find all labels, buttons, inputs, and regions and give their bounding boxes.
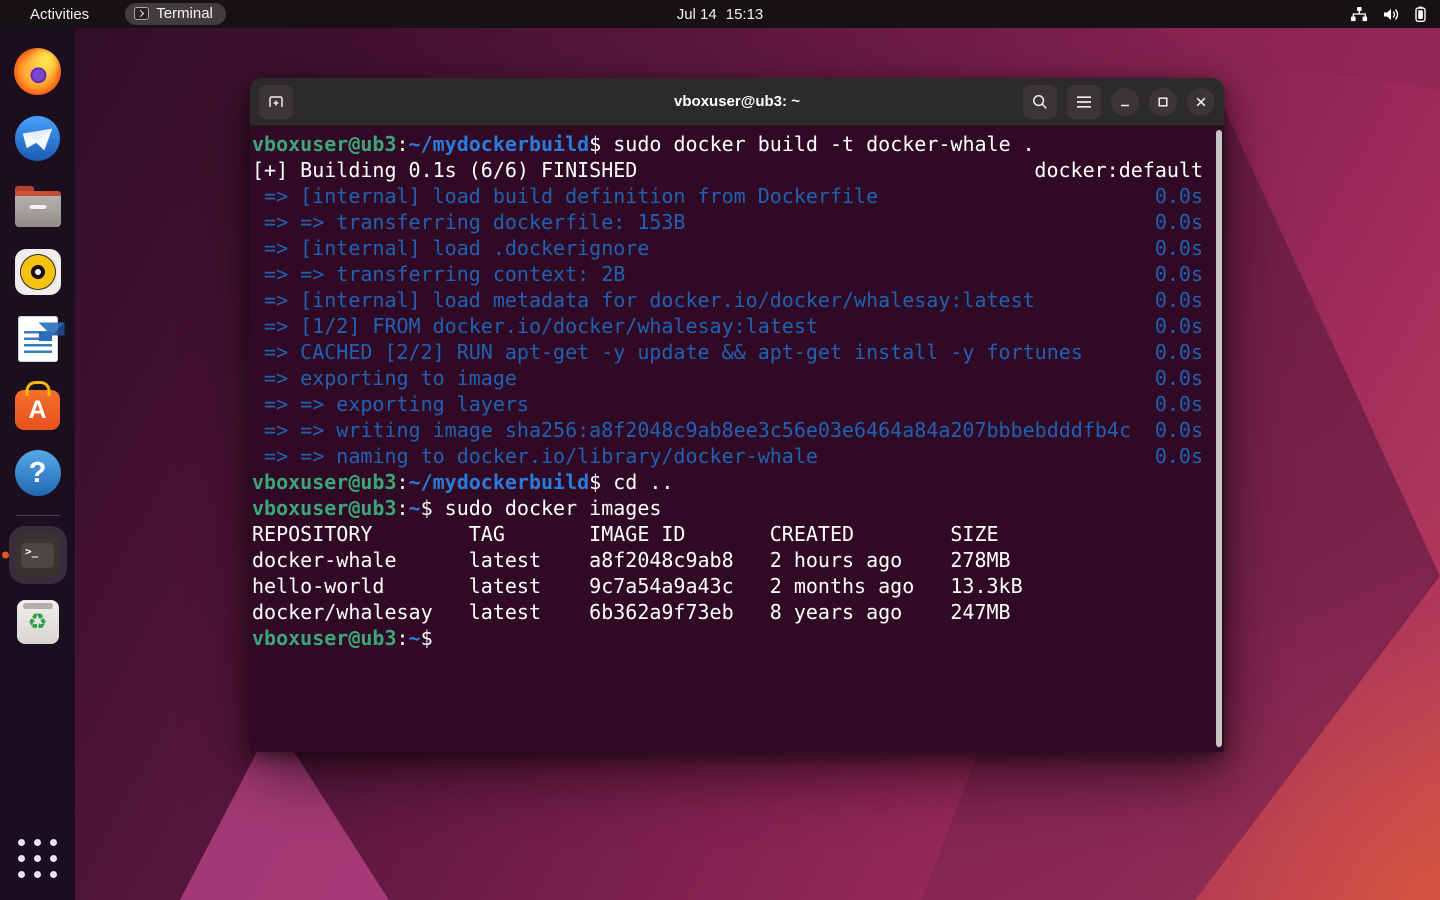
terminal-line: => [internal] load build definition from…	[252, 183, 1203, 209]
volume-icon	[1383, 7, 1400, 22]
terminal-line: => [internal] load metadata for docker.i…	[252, 287, 1203, 313]
dock: A ? >_ ♻	[0, 28, 75, 900]
search-button[interactable]	[1023, 85, 1057, 119]
dock-item-files[interactable]	[9, 176, 67, 234]
terminal-line: vboxuser@ub3:~$	[252, 625, 1203, 651]
rhythmbox-icon	[15, 249, 61, 295]
terminal-line: => => naming to docker.io/library/docker…	[252, 443, 1203, 469]
terminal-line: hello-world latest 9c7a54a9a43c 2 months…	[252, 573, 1203, 599]
terminal-line: [+] Building 0.1s (6/6) FINISHEDdocker:d…	[252, 157, 1203, 183]
terminal-line: => => transferring context: 2B0.0s	[252, 261, 1203, 287]
recycle-glyph: ♻	[28, 609, 48, 635]
clock-time: 15:13	[726, 6, 764, 23]
terminal-mini-icon	[134, 7, 149, 20]
top-bar: Activities Terminal Jul 14 15:13	[0, 0, 1440, 28]
hamburger-icon	[1075, 94, 1093, 110]
show-applications-button[interactable]	[18, 839, 57, 878]
network-wired-icon	[1350, 7, 1368, 22]
new-tab-button[interactable]	[259, 85, 293, 119]
terminal-window: vboxuser@ub3: ~	[250, 78, 1224, 752]
terminal-line: REPOSITORY TAG IMAGE ID CREATED SIZE	[252, 521, 1203, 547]
clock-date: Jul 14	[677, 6, 717, 23]
dock-item-thunderbird[interactable]	[9, 109, 67, 167]
system-tray[interactable]	[1350, 6, 1426, 22]
terminal-scrollbar[interactable]	[1216, 130, 1222, 747]
dock-item-app-center[interactable]: A	[9, 377, 67, 435]
firefox-icon	[14, 48, 61, 95]
terminal-line: => CACHED [2/2] RUN apt-get -y update &&…	[252, 339, 1203, 365]
trash-icon: ♻	[17, 600, 59, 644]
terminal-line: => => writing image sha256:a8f2048c9ab8e…	[252, 417, 1203, 443]
app-center-icon: A	[15, 390, 60, 430]
help-icon: ?	[15, 450, 61, 496]
terminal-app-icon: >_	[16, 533, 60, 577]
new-tab-icon	[265, 91, 287, 113]
dock-item-rhythmbox[interactable]	[9, 243, 67, 301]
terminal-output: vboxuser@ub3:~/mydockerbuild$ sudo docke…	[252, 131, 1203, 651]
focused-app-pill[interactable]: Terminal	[125, 3, 226, 25]
dock-item-libreoffice-writer[interactable]	[9, 310, 67, 368]
battery-icon	[1415, 6, 1426, 22]
terminal-line: => [1/2] FROM docker.io/docker/whalesay:…	[252, 313, 1203, 339]
maximize-button[interactable]	[1149, 88, 1177, 116]
dock-item-trash[interactable]: ♻	[9, 593, 67, 651]
menu-button[interactable]	[1067, 85, 1101, 119]
minimize-icon	[1118, 95, 1132, 109]
help-glyph: ?	[29, 457, 47, 490]
window-title: vboxuser@ub3: ~	[674, 93, 800, 110]
dock-item-firefox[interactable]	[9, 42, 67, 100]
thunderbird-icon	[14, 115, 61, 162]
activities-button[interactable]: Activities	[22, 4, 97, 25]
dock-item-help[interactable]: ?	[9, 444, 67, 502]
terminal-line: docker/whalesay latest 6b362a9f73eb 8 ye…	[252, 599, 1203, 625]
clock-button[interactable]: Jul 14 15:13	[677, 6, 764, 23]
libreoffice-writer-icon	[18, 316, 58, 362]
terminal-line: vboxuser@ub3:~/mydockerbuild$ sudo docke…	[252, 131, 1203, 157]
terminal-line: vboxuser@ub3:~$ sudo docker images	[252, 495, 1203, 521]
search-icon	[1030, 92, 1050, 112]
files-icon	[15, 191, 61, 227]
focused-app-label: Terminal	[156, 5, 213, 22]
terminal-line: docker-whale latest a8f2048c9ab8 2 hours…	[252, 547, 1203, 573]
app-center-letter: A	[28, 396, 46, 425]
dock-separator	[16, 515, 60, 516]
maximize-icon	[1156, 95, 1170, 109]
terminal-line: => => transferring dockerfile: 153B0.0s	[252, 209, 1203, 235]
terminal-line: => exporting to image0.0s	[252, 365, 1203, 391]
dock-item-terminal[interactable]: >_	[9, 526, 67, 584]
headerbar: vboxuser@ub3: ~	[250, 78, 1224, 126]
minimize-button[interactable]	[1111, 88, 1139, 116]
running-indicator-dot	[2, 552, 9, 559]
close-button[interactable]	[1187, 88, 1215, 116]
terminal-glyph: >_	[21, 543, 54, 568]
close-icon	[1194, 95, 1208, 109]
terminal-screen[interactable]: vboxuser@ub3:~/mydockerbuild$ sudo docke…	[250, 126, 1224, 752]
terminal-line: => [internal] load .dockerignore0.0s	[252, 235, 1203, 261]
terminal-line: vboxuser@ub3:~/mydockerbuild$ cd ..	[252, 469, 1203, 495]
terminal-line: => => exporting layers0.0s	[252, 391, 1203, 417]
